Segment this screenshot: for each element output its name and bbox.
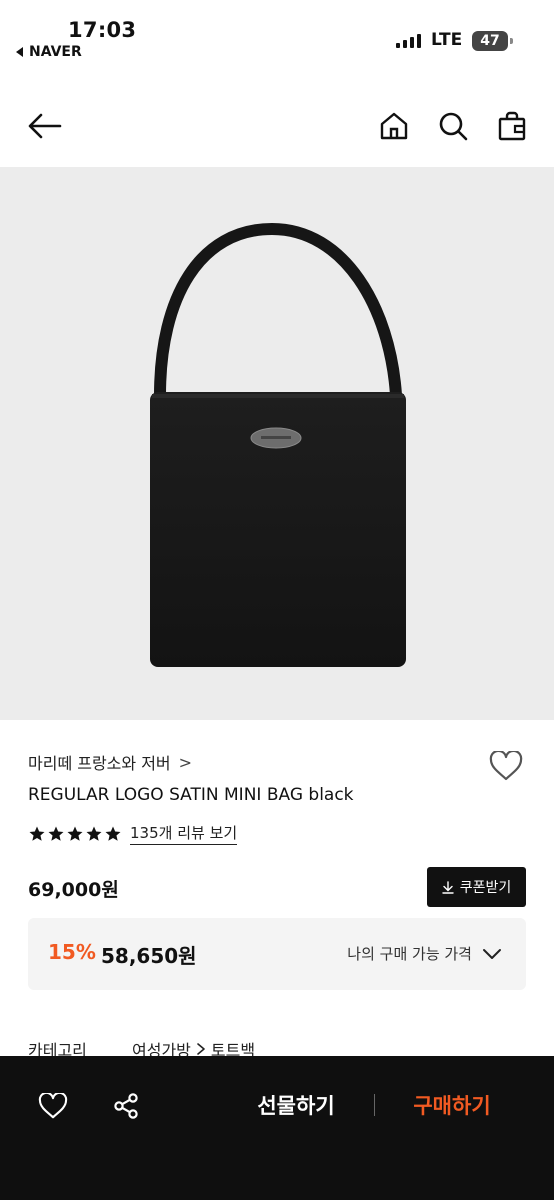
back-triangle-icon (16, 47, 23, 57)
star-icon (29, 826, 45, 841)
status-time: 17:03 (68, 18, 137, 42)
sale-price-box: 15% 58,650원 나의 구매 가능 가격 (28, 918, 526, 990)
my-price-label: 나의 구매 가능 가격 (347, 945, 472, 963)
original-price: 69,000원 (28, 879, 119, 901)
my-price-toggle[interactable]: 나의 구매 가능 가격 (347, 943, 502, 964)
star-icon (105, 826, 121, 841)
chevron-right-icon (197, 1043, 205, 1055)
discount-rate: 15% (48, 940, 96, 964)
share-icon[interactable] (106, 1086, 146, 1126)
product-title: REGULAR LOGO SATIN MINI BAG black (28, 785, 354, 805)
buy-button[interactable]: 구매하기 (392, 1090, 512, 1120)
search-icon[interactable] (433, 106, 473, 146)
product-image[interactable] (0, 167, 554, 720)
star-icon (67, 826, 83, 841)
star-icon (48, 826, 64, 841)
shopping-bag-icon[interactable] (492, 106, 532, 146)
divider (374, 1094, 375, 1116)
sale-price: 58,650원 (101, 944, 197, 968)
bottom-action-bar: 선물하기 구매하기 (0, 1056, 554, 1200)
back-app-label: NAVER (29, 44, 82, 60)
status-bar: 17:03 NAVER LTE 47 (0, 0, 554, 80)
brand-link[interactable]: 마리떼 프랑소와 저버 > (28, 750, 192, 774)
rating-row: 135개 리뷰 보기 (28, 822, 238, 845)
battery-icon: 47 (472, 31, 513, 51)
network-type: LTE (431, 30, 463, 50)
gift-button[interactable]: 선물하기 (236, 1090, 356, 1120)
heart-icon[interactable] (486, 746, 526, 786)
rating-stars (28, 825, 122, 843)
back-to-app-link[interactable]: NAVER (16, 44, 82, 60)
battery-level: 47 (480, 33, 500, 49)
arrow-left-icon[interactable] (25, 106, 65, 146)
home-icon[interactable] (374, 106, 414, 146)
bag-image (150, 222, 406, 667)
review-link[interactable]: 135개 리뷰 보기 (130, 822, 238, 845)
star-icon (86, 826, 102, 841)
chevron-down-icon (483, 948, 501, 959)
chevron-right-icon: > (178, 752, 193, 772)
coupon-button[interactable]: 쿠폰받기 (427, 867, 526, 907)
download-icon (442, 880, 454, 894)
heart-icon[interactable] (33, 1086, 73, 1126)
brand-name: 마리떼 프랑소와 저버 (28, 754, 171, 773)
signal-icon (396, 34, 421, 48)
nav-header (0, 90, 554, 162)
coupon-label: 쿠폰받기 (459, 880, 512, 896)
